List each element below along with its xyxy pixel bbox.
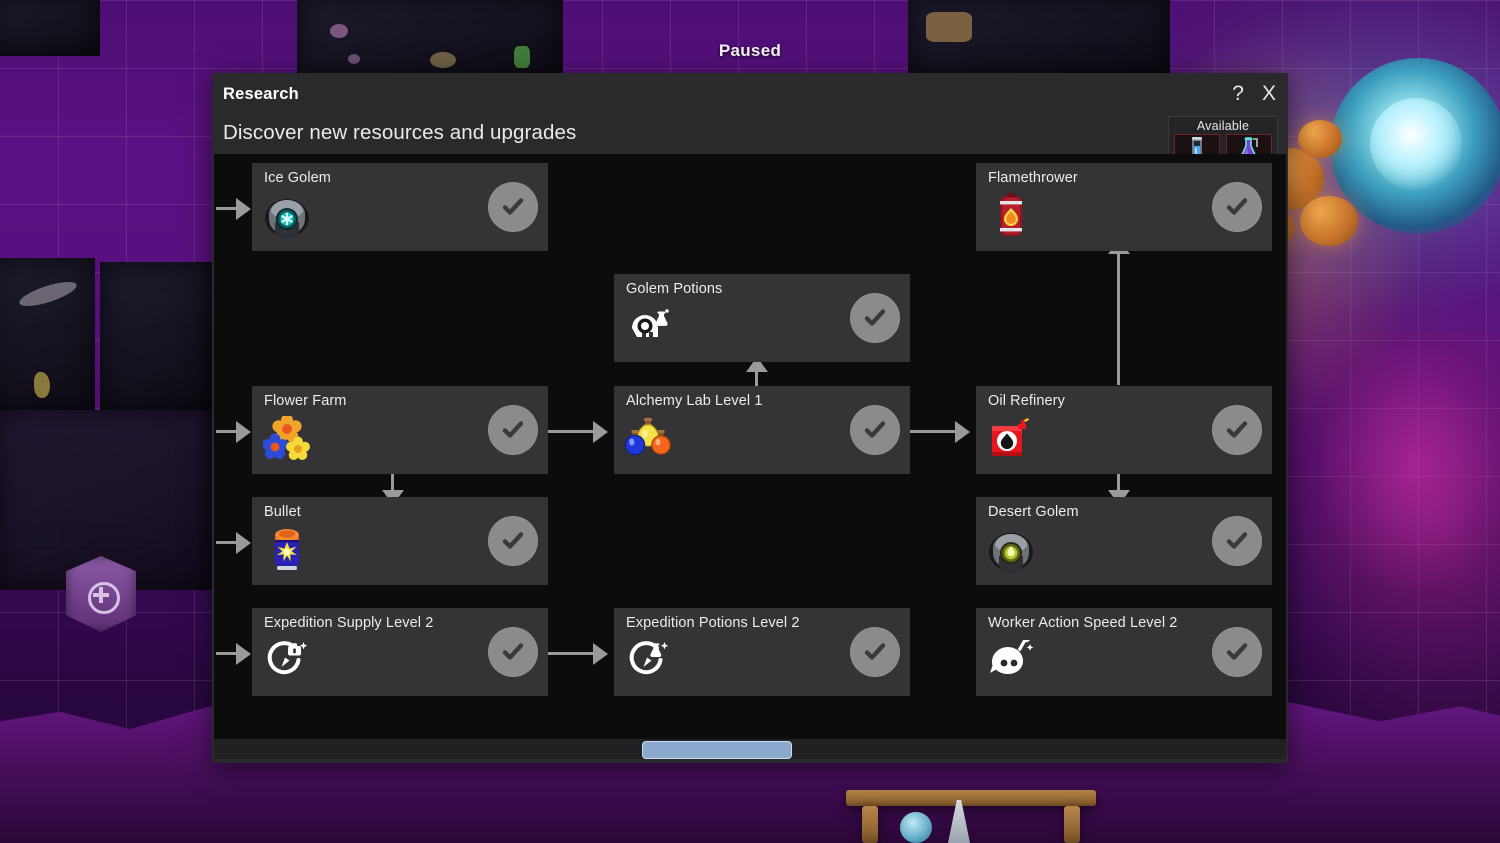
node-title: Expedition Potions Level 2 xyxy=(626,615,800,631)
check-icon xyxy=(864,309,886,326)
research-node-flamethrower[interactable]: Flamethrower xyxy=(976,163,1272,251)
status-badge-completed xyxy=(850,405,900,455)
oil-refinery-icon xyxy=(986,414,1036,464)
research-node-golem-potions[interactable]: Golem Potions xyxy=(614,274,910,362)
connector-arrow-icon xyxy=(236,198,251,220)
connector-arrow-icon xyxy=(955,421,970,443)
background-blob xyxy=(1300,196,1358,246)
background-detail xyxy=(926,12,972,42)
research-tree-viewport[interactable]: Ice Golem Flamethrower Golem Potions Flo… xyxy=(214,154,1286,739)
connector-arrow-icon xyxy=(593,643,608,665)
bullet-icon xyxy=(262,525,312,575)
check-icon xyxy=(864,421,886,438)
node-title: Flower Farm xyxy=(264,393,347,409)
check-icon xyxy=(1226,643,1248,660)
node-title: Worker Action Speed Level 2 xyxy=(988,615,1178,631)
connector-arrow-icon xyxy=(593,421,608,443)
help-icon[interactable]: ? xyxy=(1229,81,1247,106)
research-node-expedition-supply-level-2[interactable]: Expedition Supply Level 2 xyxy=(252,608,548,696)
research-node-bullet[interactable]: Bullet xyxy=(252,497,548,585)
research-tree-canvas: Ice Golem Flamethrower Golem Potions Flo… xyxy=(214,154,1286,739)
node-title: Alchemy Lab Level 1 xyxy=(626,393,763,409)
background-blob xyxy=(1298,120,1342,158)
background-structure-detail xyxy=(88,582,120,614)
horizontal-scrollbar-thumb[interactable] xyxy=(642,741,792,759)
background-rock-tile xyxy=(100,262,212,410)
check-icon xyxy=(502,198,524,215)
check-icon xyxy=(1226,198,1248,215)
background-prop xyxy=(900,812,932,843)
connector-arrow-icon xyxy=(236,643,251,665)
research-node-ice-golem[interactable]: Ice Golem xyxy=(252,163,548,251)
background-orb-core xyxy=(1370,98,1462,190)
node-title: Ice Golem xyxy=(264,170,331,186)
check-icon xyxy=(502,532,524,549)
research-node-desert-golem[interactable]: Desert Golem xyxy=(976,497,1272,585)
background-detail xyxy=(330,24,348,38)
connector xyxy=(908,430,955,433)
check-icon xyxy=(864,643,886,660)
background-table-leg xyxy=(1064,806,1080,843)
screen: Paused Research ? X Discover new resourc… xyxy=(0,0,1500,843)
research-node-worker-action-speed-level-2[interactable]: Worker Action Speed Level 2 xyxy=(976,608,1272,696)
connector xyxy=(1117,254,1120,385)
check-icon xyxy=(1226,421,1248,438)
ice-golem-icon xyxy=(262,191,312,241)
research-node-expedition-potions-level-2[interactable]: Expedition Potions Level 2 xyxy=(614,608,910,696)
expedition-supply-icon xyxy=(262,636,312,686)
available-label: Available xyxy=(1196,119,1250,133)
research-node-alchemy-lab-level-1[interactable]: Alchemy Lab Level 1 xyxy=(614,386,910,474)
window-subtitle: Discover new resources and upgrades xyxy=(223,121,577,144)
node-title: Golem Potions xyxy=(626,281,723,297)
window-title: Research xyxy=(223,84,299,103)
connector xyxy=(546,652,593,655)
background-rock-tile xyxy=(297,0,563,80)
check-icon xyxy=(502,421,524,438)
background-structure-detail xyxy=(93,593,109,597)
status-badge-completed xyxy=(488,627,538,677)
alchemy-lab-icon xyxy=(624,414,674,464)
check-icon xyxy=(502,643,524,660)
horizontal-scrollbar-track[interactable] xyxy=(214,739,1286,759)
paused-label: Paused xyxy=(718,41,782,60)
close-icon[interactable]: X xyxy=(1259,81,1279,106)
node-title: Bullet xyxy=(264,504,301,520)
background-detail xyxy=(34,372,50,398)
connector-arrow-icon xyxy=(236,421,251,443)
research-window: Research ? X Discover new resources and … xyxy=(212,73,1288,763)
research-node-flower-farm[interactable]: Flower Farm xyxy=(252,386,548,474)
expedition-potions-icon xyxy=(624,636,674,686)
connector-arrow-icon xyxy=(236,532,251,554)
background-table-leg xyxy=(862,806,878,843)
background-haze xyxy=(1290,330,1500,630)
status-badge-completed xyxy=(850,293,900,343)
status-badge-completed xyxy=(1212,627,1262,677)
node-title: Expedition Supply Level 2 xyxy=(264,615,434,631)
window-buttons: ? X xyxy=(1229,81,1279,106)
connector xyxy=(216,652,236,655)
golem-potions-icon xyxy=(624,302,674,352)
node-title: Flamethrower xyxy=(988,170,1078,186)
connector xyxy=(546,430,593,433)
status-badge-completed xyxy=(488,516,538,566)
check-icon xyxy=(1226,532,1248,549)
flamethrower-icon xyxy=(986,191,1036,241)
worker-action-speed-icon xyxy=(986,636,1036,686)
status-badge-completed xyxy=(1212,516,1262,566)
status-badge-completed xyxy=(850,627,900,677)
desert-golem-icon xyxy=(986,525,1036,575)
connector xyxy=(216,207,236,210)
research-node-oil-refinery[interactable]: Oil Refinery xyxy=(976,386,1272,474)
status-badge-completed xyxy=(1212,182,1262,232)
connector xyxy=(216,541,236,544)
status-badge-completed xyxy=(488,182,538,232)
status-badge-completed xyxy=(488,405,538,455)
status-badge-completed xyxy=(1212,405,1262,455)
node-title: Oil Refinery xyxy=(988,393,1065,409)
flower-farm-icon xyxy=(262,414,312,464)
connector xyxy=(216,430,236,433)
node-title: Desert Golem xyxy=(988,504,1079,520)
window-titlebar: Research ? X xyxy=(212,73,1288,115)
background-table xyxy=(846,790,1096,806)
